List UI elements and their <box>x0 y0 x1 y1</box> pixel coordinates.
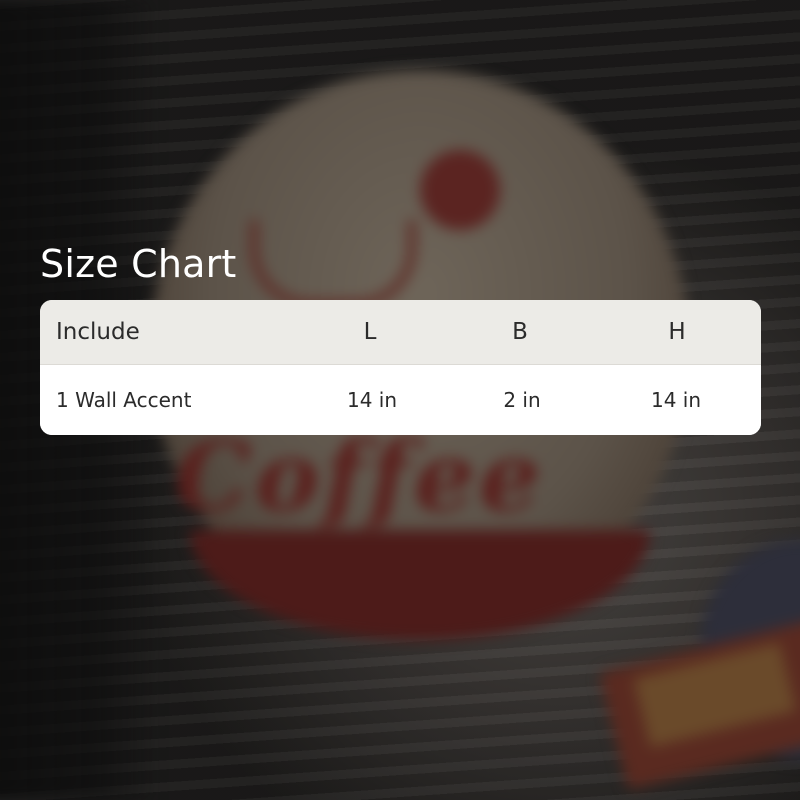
coffee-cup-icon <box>250 220 416 308</box>
size-table: Include L B H 1 Wall Accent 14 in 2 in 1… <box>40 300 761 435</box>
cell-breadth: 2 in <box>503 388 541 412</box>
cell-length: 14 in <box>346 388 398 412</box>
header-height: H <box>668 319 686 345</box>
header-include: Include <box>56 319 140 345</box>
bottle-cap-emblem <box>420 150 500 230</box>
table-row: 1 Wall Accent 14 in 2 in 14 in <box>40 365 761 435</box>
cell-include: 1 Wall Accent <box>56 388 192 412</box>
bottle-cap-red-band <box>190 530 650 640</box>
table-header-row: Include L B H <box>40 300 761 365</box>
header-breadth: B <box>512 319 528 345</box>
bottle-cap-lettering: Coffee <box>175 420 545 533</box>
cell-height: 14 in <box>650 388 702 412</box>
size-chart-banner: Coffee Size Chart Include L B H 1 Wall A… <box>0 0 800 800</box>
page-title: Size Chart <box>40 242 237 286</box>
header-length: L <box>363 319 377 345</box>
